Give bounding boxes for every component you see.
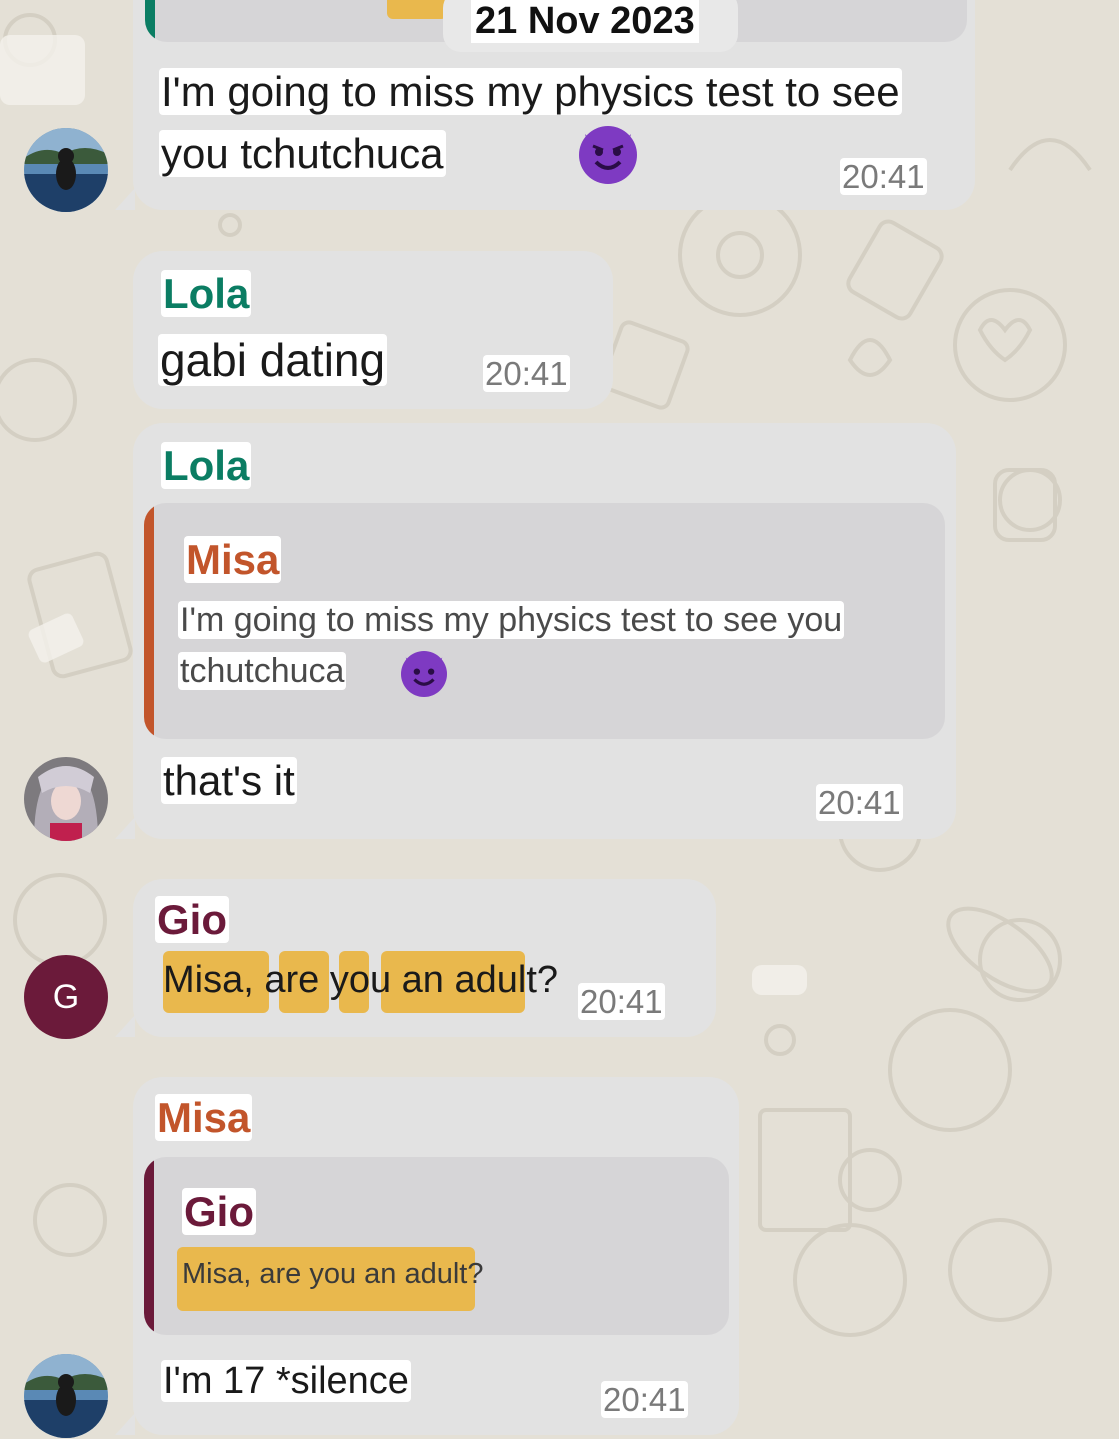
- sender-name: Lola: [161, 442, 252, 489]
- message-bubble[interactable]: Gio Misa, are you an adult? 20:41: [115, 879, 716, 1037]
- message-text-line: you tchutchuca: [159, 130, 446, 177]
- quoted-sender-name: Gio: [182, 1188, 256, 1235]
- avatar[interactable]: [24, 757, 108, 841]
- message-text-line: gabi dating: [158, 334, 388, 386]
- message-text-line: that's it: [161, 757, 297, 804]
- quoted-text-line: tchutchuca: [178, 652, 347, 690]
- smiling-imp-emoji: [579, 126, 637, 184]
- reply-quote-bar: [144, 503, 154, 739]
- quoted-text: Misa, are you an adult?: [182, 1260, 483, 1289]
- reply-quote[interactable]: Gio Misa, are you an adult?: [144, 1157, 729, 1335]
- message-time: 20:41: [483, 355, 570, 392]
- bubble-tail: [115, 1015, 135, 1037]
- bubble-tail: [115, 817, 135, 839]
- message-time: 20:41: [578, 983, 665, 1020]
- message-bubble[interactable]: Lola Misa I'm going to miss my physics t…: [115, 423, 956, 839]
- sender-name-label: Lola: [161, 270, 252, 317]
- time-label: 20:41: [840, 158, 927, 195]
- quoted-text: tchutchuca: [178, 652, 347, 690]
- date-chip: 21 Nov 2023: [443, 0, 738, 52]
- message-bubble[interactable]: Lola gabi dating 20:41: [133, 251, 613, 409]
- avatar[interactable]: G: [24, 955, 108, 1039]
- message-time: 20:41: [840, 158, 927, 195]
- quoted-sender-name: Misa: [184, 536, 282, 583]
- message-text-line: Misa, are you an adult?: [163, 959, 559, 1001]
- time-label: 20:41: [601, 1381, 688, 1418]
- search-highlight: [387, 0, 447, 19]
- avatar-letter: G: [52, 977, 80, 1016]
- message-text: I'm 17 *silence: [161, 1360, 411, 1402]
- sender-name: Lola: [161, 270, 252, 317]
- message-text: that's it: [161, 757, 297, 804]
- quoted-text-line: I'm going to miss my physics test to see…: [178, 601, 845, 639]
- avatar[interactable]: [24, 128, 108, 212]
- reply-quote[interactable]: Misa I'm going to miss my physics test t…: [144, 503, 945, 739]
- time-label: 20:41: [578, 983, 665, 1020]
- reply-quote-bar: [145, 0, 155, 42]
- message-text-line: I'm 17 *silence: [161, 1360, 411, 1402]
- message-text: you tchutchuca: [159, 130, 446, 177]
- sender-name-label: Gio: [155, 896, 229, 943]
- quoted-text: I'm going to miss my physics test to see…: [178, 601, 845, 639]
- sender-name-label: Lola: [161, 442, 252, 489]
- message-bubble[interactable]: Misa Gio Misa, are you an adult? I'm 17 …: [115, 1077, 739, 1435]
- message-text: I'm going to miss my physics test to see: [159, 68, 902, 115]
- time-label: 20:41: [816, 784, 903, 821]
- smiling-imp-emoji: [401, 651, 447, 697]
- message-text: gabi dating: [158, 334, 388, 386]
- time-label: 20:41: [483, 355, 570, 392]
- date-chip-label: 21 Nov 2023: [471, 0, 699, 43]
- avatar[interactable]: [24, 1354, 108, 1438]
- quoted-sender-label: Misa: [184, 536, 282, 583]
- message-text: Misa, are you an adult?: [163, 961, 558, 999]
- quoted-text-line: Misa, are you an adult?: [182, 1258, 484, 1290]
- quoted-sender-label: Gio: [182, 1188, 256, 1235]
- sender-name-label: Misa: [155, 1094, 253, 1141]
- message-time: 20:41: [816, 784, 903, 821]
- message-text-line: I'm going to miss my physics test to see: [159, 68, 902, 115]
- reply-quote-bar: [144, 1157, 154, 1335]
- bubble-tail: [115, 1413, 135, 1435]
- sender-name: Gio: [155, 896, 229, 943]
- bubble-tail: [115, 188, 135, 210]
- sender-name: Misa: [155, 1094, 253, 1141]
- message-time: 20:41: [601, 1381, 688, 1418]
